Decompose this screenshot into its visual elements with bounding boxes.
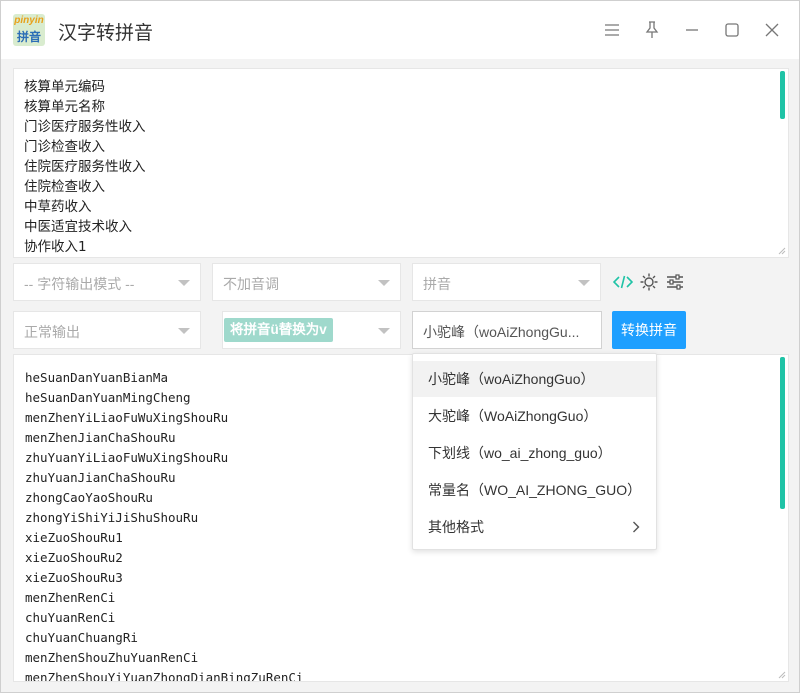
output-line: heSuanDanYuanBianMa — [25, 370, 168, 385]
menu-button[interactable] — [600, 18, 624, 42]
caret-down-icon — [178, 328, 190, 334]
input-line: 中医适宜技术收入 — [24, 219, 132, 235]
output-line: chuYuanRenCi — [25, 610, 116, 625]
app-logo: pinyin 拼音 — [13, 14, 45, 46]
resize-grip-icon[interactable] — [778, 671, 786, 679]
app-window: pinyin 拼音 汉字转拼音 核算单元编码 核算单元名称门诊医疗服务性收入 门诊检… — [0, 0, 800, 693]
pinyin-type-select[interactable]: 拼音 — [412, 263, 601, 301]
app-title: 汉字转拼音 — [58, 23, 154, 44]
format-option-other[interactable]: 其他格式 — [413, 509, 656, 545]
v-replace-tag[interactable]: 将拼音ü替换为v — [224, 318, 333, 342]
output-line: xieZuoShouRu2 — [25, 550, 123, 565]
resize-grip-icon[interactable] — [778, 247, 786, 255]
output-line: menZhenRenCi — [25, 590, 116, 605]
input-line: 协作收入1 — [24, 239, 87, 255]
code-icon — [613, 275, 633, 289]
output-line: zhuYuanYiLiaoFuWuXingShouRu — [25, 450, 229, 465]
output-line: menZhenJianChaShouRu — [25, 430, 176, 445]
output-line: menZhenShouYiYuanZhongDianBingZuRenCi — [25, 670, 304, 682]
settings-button[interactable] — [664, 271, 686, 293]
code-toggle-button[interactable] — [612, 271, 634, 293]
maximize-button[interactable] — [720, 18, 744, 42]
input-scrollbar[interactable] — [780, 71, 785, 119]
char-output-mode-select[interactable]: -- 字符输出模式 -- — [13, 263, 201, 301]
title-bar: pinyin 拼音 汉字转拼音 — [1, 1, 799, 59]
tone-value: 不加音调 — [223, 276, 279, 292]
convert-button[interactable]: 转换拼音 — [612, 311, 686, 349]
v-replace-select[interactable]: 将拼音ü替换为v — [222, 311, 401, 349]
output-line: menZhenShouZhuYuanRenCi — [25, 650, 199, 665]
input-text[interactable]: 核算单元编码 核算单元名称门诊医疗服务性收入 门诊检查收入住院医疗服务性收入 住院检查… — [24, 77, 146, 257]
theme-toggle-button[interactable] — [638, 271, 660, 293]
input-line: 住院医疗服务性收入 — [24, 159, 146, 175]
output-line: xieZuoShouRu1 — [25, 530, 123, 545]
chevron-right-icon — [633, 521, 640, 533]
output-line: zhongCaoYaoShouRu — [25, 490, 153, 505]
input-line: 门诊医疗服务性收入 — [24, 119, 146, 135]
caret-down-icon — [378, 280, 390, 286]
format-option-upper-camel[interactable]: 大驼峰（WoAiZhongGuo） — [413, 398, 656, 434]
tone-select[interactable]: 不加音调 — [212, 263, 401, 301]
close-icon — [765, 23, 779, 37]
caret-down-icon — [178, 280, 190, 286]
sun-icon — [640, 273, 658, 291]
output-line: menZhenYiLiaoFuWuXingShouRu — [25, 410, 229, 425]
output-line: zhuYuanJianChaShouRu — [25, 470, 176, 485]
maximize-icon — [725, 23, 739, 37]
pin-icon — [645, 21, 659, 38]
output-mode-select[interactable]: 正常输出 — [13, 311, 201, 349]
input-line: 门诊检查收入 — [24, 139, 105, 155]
output-line: zhongYiShiYiJiShuShouRu — [25, 510, 199, 525]
sliders-icon — [667, 274, 683, 290]
input-line: 住院检查收入 — [24, 179, 105, 195]
output-line: heSuanDanYuanMingCheng — [25, 390, 191, 405]
caret-down-icon — [578, 280, 590, 286]
input-line: 核算单元名称 — [24, 99, 105, 115]
close-button[interactable] — [760, 18, 784, 42]
output-text[interactable]: heSuanDanYuanBianMa heSuanDanYuanMingChen… — [25, 368, 304, 682]
format-option-snake-case[interactable]: 下划线（wo_ai_zhong_guo） — [413, 435, 656, 471]
minimize-button[interactable] — [680, 18, 704, 42]
output-scrollbar[interactable] — [780, 357, 785, 509]
input-line: 核算单元编码 — [24, 79, 105, 95]
output-line: chuYuanChuangRi — [25, 630, 138, 645]
output-mode-value: 正常输出 — [24, 324, 80, 340]
char-output-mode-value: -- 字符输出模式 -- — [24, 276, 135, 292]
logo-text-bottom: 拼音 — [16, 30, 41, 44]
output-line: xieZuoShouRu3 — [25, 570, 123, 585]
format-option-other-label: 其他格式 — [428, 519, 484, 535]
output-textarea[interactable]: heSuanDanYuanBianMa heSuanDanYuanMingChen… — [13, 354, 789, 682]
logo-text-top: pinyin — [14, 15, 44, 26]
pinyin-type-value: 拼音 — [423, 276, 451, 292]
format-select[interactable]: 小驼峰（woAiZhongGu... — [412, 311, 602, 349]
pin-button[interactable] — [640, 18, 664, 42]
format-option-lower-camel[interactable]: 小驼峰（woAiZhongGuo） — [413, 361, 656, 397]
input-line: 中草药收入 — [24, 199, 92, 215]
caret-down-icon — [378, 328, 390, 334]
format-dropdown-menu: 小驼峰（woAiZhongGuo） 大驼峰（WoAiZhongGuo） 下划线（… — [412, 353, 657, 550]
input-textarea[interactable]: 核算单元编码 核算单元名称门诊医疗服务性收入 门诊检查收入住院医疗服务性收入 住院检查… — [13, 68, 789, 258]
minimize-icon — [686, 29, 698, 31]
hamburger-icon — [605, 24, 619, 36]
format-option-constant[interactable]: 常量名（WO_AI_ZHONG_GUO） — [413, 472, 656, 508]
format-value: 小驼峰（woAiZhongGu... — [423, 324, 580, 340]
